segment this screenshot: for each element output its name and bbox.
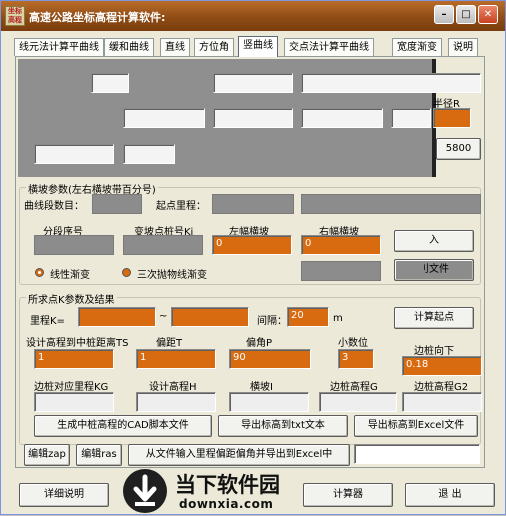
offset-t-field[interactable]: 1 <box>136 349 216 369</box>
main-window: 坐标高程 高速公路坐标高程计算软件: – □ ✕ 线元法计算平曲线 缓和曲线 直… <box>0 0 506 515</box>
app-icon: 坐标高程 <box>5 6 25 26</box>
radio-cubic-label: 三次抛物线渐变 <box>137 270 207 281</box>
edge-g2-field[interactable] <box>402 392 482 412</box>
start-mileage-extra[interactable] <box>301 194 481 214</box>
edge-g-field[interactable] <box>319 392 397 412</box>
from-file-field[interactable] <box>354 444 480 464</box>
mileage-start-field[interactable] <box>78 307 156 327</box>
mileage-label: 里程K= <box>30 316 65 327</box>
window-title: 高速公路坐标高程计算软件: <box>29 11 166 24</box>
right-slope-field[interactable]: 0 <box>301 235 381 255</box>
mileage-end-field[interactable] <box>171 307 249 327</box>
minimize-icon[interactable]: – <box>434 5 454 24</box>
param-field[interactable] <box>301 73 481 93</box>
calculator-button[interactable]: 计算器 <box>303 483 393 507</box>
design-h-label: 设计高程H <box>149 382 197 393</box>
radio-linear-icon[interactable] <box>35 268 44 277</box>
segment-count-field[interactable] <box>92 194 142 214</box>
tab-transition[interactable]: 缓和曲线 <box>104 38 154 56</box>
param-field[interactable] <box>91 73 129 93</box>
watermark-url: downxia.com <box>179 497 274 511</box>
tilde-label: ~ <box>159 311 168 322</box>
design-h-field[interactable] <box>136 392 216 412</box>
edge-g-label: 边桩高程G <box>330 382 378 393</box>
edit-ras-button[interactable]: 编辑ras <box>76 444 122 466</box>
slope-extra-field[interactable] <box>301 261 381 281</box>
slope-i-field[interactable] <box>229 392 309 412</box>
param-field[interactable] <box>34 144 114 164</box>
edge-down-label: 边桩向下 <box>414 346 454 357</box>
slope-i-label: 横坡I <box>250 382 273 393</box>
angle-p-field[interactable]: 90 <box>229 349 311 369</box>
enter-button[interactable]: 入 <box>394 230 474 252</box>
start-mileage-field[interactable] <box>212 194 294 214</box>
unit-label: m <box>333 313 343 324</box>
watermark: 当下软件园 downxia.com <box>123 467 291 516</box>
from-file-button[interactable]: 从文件输入里程偏距偏角并导出到Excel中 <box>128 444 350 466</box>
tab-panel: 半径R 5800 横坡参数(左右横坡带百分号) 曲线段数目： 起点里程： 分段序… <box>15 56 485 468</box>
start-mileage-label: 起点里程： <box>156 201 206 212</box>
tab-lineelement[interactable]: 线元法计算平曲线 <box>14 38 104 56</box>
param-field[interactable] <box>123 108 205 128</box>
tab-azimuth[interactable]: 方位角 <box>194 38 234 56</box>
decimals-field[interactable]: 3 <box>338 349 374 369</box>
file-button[interactable]: 刂文件 <box>394 259 474 281</box>
offset-t-label: 偏距T <box>156 338 183 349</box>
maximize-icon[interactable]: □ <box>456 5 476 24</box>
tab-help[interactable]: 说明 <box>448 38 478 56</box>
radius-value-button[interactable]: 5800 <box>436 138 481 160</box>
angle-p-label: 偏角P <box>246 338 273 349</box>
tab-intersection[interactable]: 交点法计算平曲线 <box>284 38 374 56</box>
download-arrow-icon <box>123 469 167 513</box>
param-field[interactable] <box>301 108 383 128</box>
calc-start-button[interactable]: 计算起点 <box>394 307 474 329</box>
seg-no-field[interactable] <box>34 235 114 255</box>
edge-mileage-label: 边桩对应里程KG <box>34 382 109 393</box>
tab-straight[interactable]: 直线 <box>160 38 190 56</box>
param-field[interactable] <box>213 108 293 128</box>
radius-field[interactable] <box>433 108 471 128</box>
title-bar[interactable]: 坐标高程 高速公路坐标高程计算软件: – □ ✕ <box>1 1 505 31</box>
detail-button[interactable]: 详细说明 <box>19 483 109 507</box>
design-dist-label: 设计高程到中桩距离TS <box>26 338 129 349</box>
radio-cubic-icon[interactable] <box>122 268 131 277</box>
interval-label: 间隔： <box>257 316 287 327</box>
tab-vertical-curve[interactable]: 竖曲线 <box>238 36 278 57</box>
edge-g2-label: 边桩高程G2 <box>414 382 469 393</box>
result-group-title: 所求点K参数及结果 <box>26 291 117 306</box>
edge-mileage-field[interactable] <box>34 392 114 412</box>
edge-down-field[interactable]: 0.18 <box>402 356 482 376</box>
radio-linear-label: 线性渐变 <box>50 270 90 281</box>
exit-button[interactable]: 退 出 <box>405 483 495 507</box>
watermark-text: 当下软件园 <box>175 473 280 497</box>
tab-width-gradient[interactable]: 宽度渐变 <box>392 38 442 56</box>
close-icon[interactable]: ✕ <box>478 5 498 24</box>
change-pt-field[interactable] <box>123 235 203 255</box>
left-slope-field[interactable]: 0 <box>212 235 292 255</box>
interval-field[interactable]: 20 <box>287 307 329 327</box>
design-dist-field[interactable]: 1 <box>34 349 114 369</box>
param-field[interactable] <box>123 144 175 164</box>
edit-zap-button[interactable]: 编辑zap <box>24 444 70 466</box>
param-field[interactable] <box>213 73 293 93</box>
decimals-label: 小数位 <box>338 338 368 349</box>
export-excel-button[interactable]: 导出标高到Excel文件 <box>354 415 478 437</box>
export-txt-button[interactable]: 导出标高到txt文本 <box>218 415 348 437</box>
segment-count-label: 曲线段数目： <box>24 201 84 212</box>
cad-script-button[interactable]: 生成中桩高程的CAD脚本文件 <box>34 415 212 437</box>
param-field[interactable] <box>391 108 431 128</box>
